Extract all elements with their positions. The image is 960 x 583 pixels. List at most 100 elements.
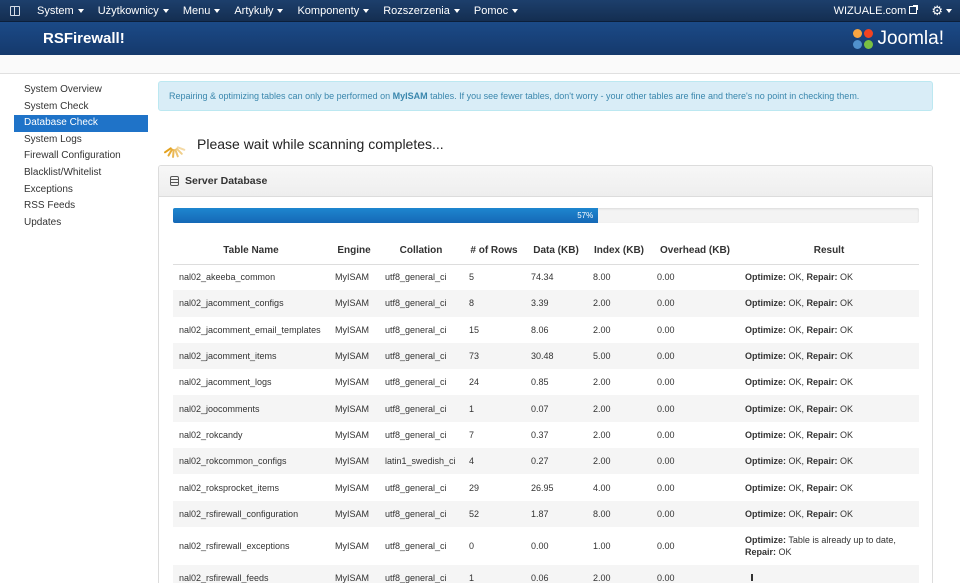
- sidebar-item-rss-feeds[interactable]: RSS Feeds: [14, 198, 148, 215]
- menu-system[interactable]: System: [30, 0, 91, 22]
- cell-collation: latin1_swedish_ci: [379, 448, 463, 475]
- scan-status: Please wait while scanning completes...: [160, 130, 444, 159]
- sidebar-item-firewall-configuration[interactable]: Firewall Configuration: [14, 148, 148, 165]
- cell-data: 3.39: [525, 290, 587, 317]
- optimize-status: OK,: [786, 377, 807, 388]
- menu-users[interactable]: Użytkownicy: [91, 0, 176, 22]
- optimize-label: Optimize:: [745, 534, 787, 545]
- cell-result: Optimize: OK, Repair: OK: [739, 422, 919, 448]
- menu-components[interactable]: Komponenty: [290, 0, 376, 22]
- sidebar-nav: System Overview System Check Database Ch…: [14, 82, 148, 231]
- cell-result: Optimize: OK, Repair: OK: [739, 264, 919, 290]
- optimize-label: Optimize:: [745, 508, 787, 519]
- cell-rows: 73: [463, 342, 525, 370]
- cell-index: 1.00: [593, 540, 611, 551]
- cell-overhead: 0.00: [657, 429, 675, 440]
- optimize-status: OK,: [786, 429, 807, 440]
- alert-highlight: MyISAM: [392, 91, 428, 101]
- cell-overhead: 0.00: [651, 500, 739, 527]
- topbar-right: WIZUALE.com ⚙: [834, 0, 952, 22]
- cell-collation: utf8_general_ci: [385, 272, 447, 283]
- repair-status: OK: [837, 377, 854, 388]
- optimize-status: OK,: [786, 482, 807, 493]
- cell-result: Optimize: OK, Repair: OK: [739, 290, 919, 317]
- external-link-icon: [909, 5, 919, 14]
- cell-data: 0.27: [525, 448, 587, 475]
- optimize-status: OK,: [786, 508, 807, 519]
- cell-collation: utf8_general_ci: [385, 482, 447, 493]
- repair-label: Repair:: [806, 351, 838, 362]
- col-engine: Engine: [329, 237, 379, 265]
- cell-result: [739, 564, 919, 583]
- cell-data: 8.06: [531, 324, 549, 335]
- cell-name: nal02_jacomment_items: [173, 342, 329, 370]
- user-settings-dropdown[interactable]: ⚙: [931, 0, 952, 22]
- sidebar-item-system-logs[interactable]: System Logs: [14, 132, 148, 149]
- table-row: nal02_rokcandy MyISAM utf8_general_ci 7 0.37…: [173, 422, 919, 448]
- optimize-label: Optimize:: [745, 298, 787, 309]
- gear-icon: ⚙: [931, 3, 943, 18]
- progress-label: 57%: [577, 211, 594, 220]
- table-row: nal02_jacomment_configs MyISAM utf8_genera…: [173, 290, 919, 317]
- table-row: nal02_jacomment_items MyISAM utf8_general_…: [173, 342, 919, 370]
- cell-engine: MyISAM: [335, 540, 370, 551]
- menu-articles[interactable]: Artykuły: [227, 0, 290, 22]
- cell-rows: 5: [469, 272, 475, 283]
- col-collation: Collation: [379, 237, 463, 265]
- sidebar-item-system-check[interactable]: System Check: [14, 99, 148, 116]
- cell-engine: MyISAM: [335, 377, 370, 388]
- progress-fill: 57%: [173, 208, 599, 223]
- sidebar-item-exceptions[interactable]: Exceptions: [14, 182, 148, 199]
- cell-index: 8.00: [587, 500, 651, 527]
- menu-help[interactable]: Pomoc: [467, 0, 525, 22]
- admin-menubar: System Użytkownicy Menu Artykuły Kompone…: [0, 0, 960, 22]
- menu-menus[interactable]: Menu: [176, 0, 228, 22]
- caret-down-icon: [946, 9, 952, 13]
- cell-engine: MyISAM: [335, 272, 370, 283]
- sidebar-item-blacklist-whitelist[interactable]: Blacklist/Whitelist: [14, 165, 148, 182]
- repair-status: OK: [837, 429, 854, 440]
- col-table-name: Table Name: [173, 237, 329, 265]
- cell-data: 1.87: [525, 500, 587, 527]
- repair-status: OK: [837, 508, 854, 519]
- cell-rows: 8: [463, 290, 525, 317]
- table-row: nal02_joocomments MyISAM utf8_general_ci 1 0…: [173, 395, 919, 422]
- repair-label: Repair:: [806, 324, 838, 335]
- sidebar-item-system-overview[interactable]: System Overview: [14, 82, 148, 99]
- main-menu: System Użytkownicy Menu Artykuły Kompone…: [30, 0, 525, 22]
- cell-result: Optimize: Table is already up to date, R…: [739, 527, 919, 565]
- cell-name: nal02_joocomments: [173, 395, 329, 422]
- sidebar-item-database-check[interactable]: Database Check: [14, 115, 148, 132]
- menu-extensions[interactable]: Rozszerzenia: [376, 0, 467, 22]
- optimize-label: Optimize:: [745, 324, 787, 335]
- site-link-label: WIZUALE.com: [833, 5, 907, 17]
- cell-data: 0.06: [525, 564, 587, 583]
- optimize-label: Optimize:: [745, 351, 787, 362]
- repair-label: Repair:: [806, 377, 838, 388]
- optimize-label: Optimize:: [745, 482, 787, 493]
- repair-label: Repair:: [806, 482, 838, 493]
- cell-engine: MyISAM: [329, 342, 379, 370]
- cell-collation: utf8_general_ci: [385, 429, 447, 440]
- optimize-status: OK,: [786, 351, 807, 362]
- joomla-menu-icon[interactable]: [0, 0, 30, 22]
- cell-result: Optimize: OK, Repair: OK: [739, 317, 919, 343]
- database-icon: [170, 176, 179, 186]
- menu-label: System: [37, 4, 74, 17]
- table-row: nal02_rokcommon_configs MyISAM latin1_swed…: [173, 448, 919, 475]
- col-index: Index (KB): [587, 237, 651, 265]
- panel-title: Server Database: [185, 175, 268, 187]
- joomla-logo: Joomla!: [853, 26, 944, 51]
- table-row: nal02_jacomment_logs MyISAM utf8_general_c…: [173, 369, 919, 395]
- cell-index: 2.00: [593, 377, 611, 388]
- repair-status: OK: [837, 403, 854, 414]
- cell-collation: utf8_general_ci: [385, 540, 447, 551]
- cell-overhead: 0.00: [657, 540, 675, 551]
- component-header: RSFirewall! Joomla!: [0, 22, 960, 55]
- menu-label: Artykuły: [234, 4, 274, 17]
- caret-down-icon: [162, 8, 169, 13]
- cell-index: 2.00: [593, 324, 611, 335]
- site-link[interactable]: WIZUALE.com: [833, 5, 919, 17]
- joomla-logo-icon: [853, 28, 874, 49]
- sidebar-item-updates[interactable]: Updates: [14, 215, 148, 232]
